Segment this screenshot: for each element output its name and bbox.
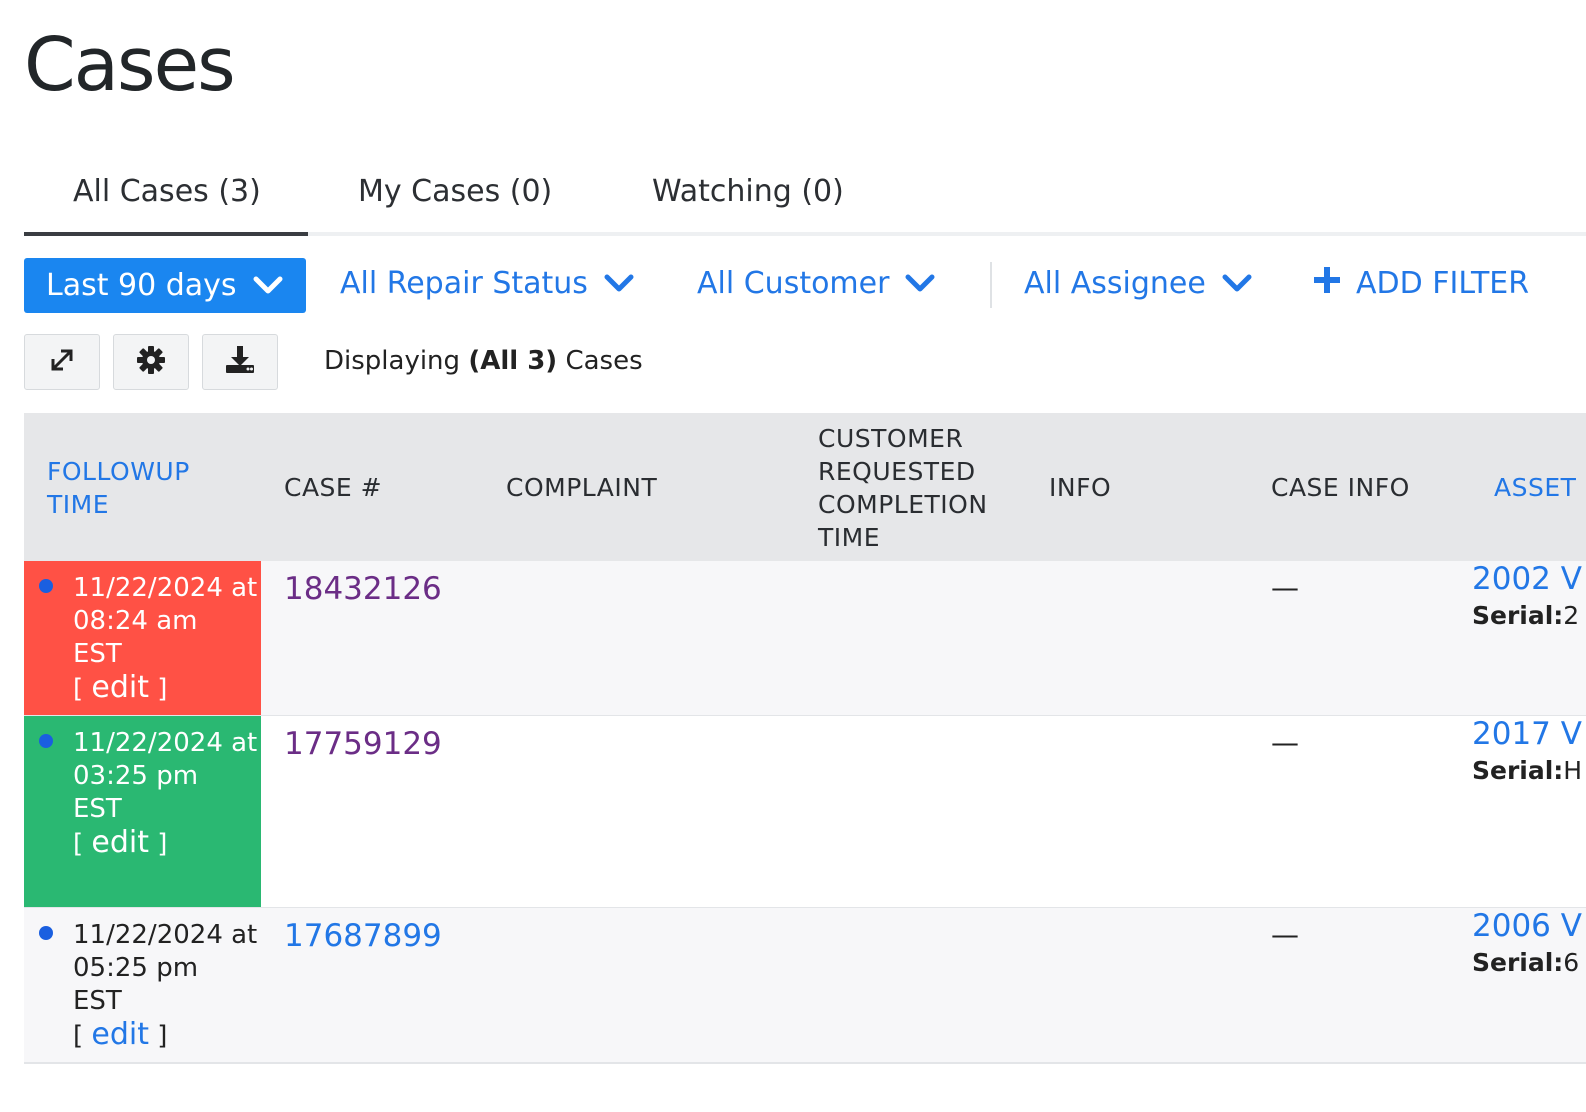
add-filter-label: ADD FILTER [1356, 266, 1530, 301]
bracket-open: [ [73, 674, 92, 704]
followup-text: 11/22/2024 at 05:25 pm EST [ edit ] [73, 919, 257, 1053]
followup-cell: 11/22/2024 at 05:25 pm EST [ edit ] [24, 908, 261, 1062]
gear-icon [136, 345, 166, 379]
header-requested-line2: REQUESTED [818, 457, 976, 486]
filter-bar: Last 90 days All Repair Status All Custo… [24, 258, 1586, 314]
display-prefix: Displaying [324, 346, 461, 376]
table-header: FOLLOWUP TIME CASE # COMPLAINT CUSTOMER … [24, 413, 1586, 561]
repair-status-dropdown[interactable]: All Repair Status [340, 266, 634, 301]
header-complaint: COMPLAINT [506, 473, 658, 502]
serial-value: 6 [1563, 948, 1580, 977]
tab-my-cases[interactable]: My Cases (0) [358, 174, 552, 209]
bracket-close: ] [149, 829, 168, 859]
repair-status-label: All Repair Status [340, 266, 588, 301]
edit-followup-link[interactable]: edit [91, 825, 149, 860]
serial-value: 2 [1563, 601, 1580, 630]
asset-serial: Serial:6 [1472, 948, 1579, 977]
edit-followup-link[interactable]: edit [91, 1017, 149, 1052]
followup-time: 03:25 pm [73, 761, 199, 791]
followup-tz: EST [73, 639, 122, 669]
active-tab-indicator [24, 232, 308, 236]
download-icon [224, 345, 256, 379]
followup-tz: EST [73, 794, 122, 824]
asset-link[interactable]: 2017 V [1472, 716, 1582, 752]
case-info-empty: — [1271, 571, 1299, 604]
header-case-no: CASE # [284, 473, 383, 502]
tab-watching[interactable]: Watching (0) [652, 174, 844, 209]
filter-divider [990, 262, 992, 308]
serial-value: H [1563, 756, 1583, 785]
serial-label: Serial: [1472, 756, 1564, 785]
chevron-down-icon [1222, 266, 1252, 301]
chevron-down-icon [253, 268, 283, 303]
expand-button[interactable] [24, 334, 100, 390]
followup-date: 11/22/2024 at [73, 728, 258, 758]
customer-label: All Customer [697, 266, 890, 301]
case-info-empty: — [1271, 918, 1299, 951]
plus-icon [1314, 266, 1340, 301]
header-requested-line4: TIME [818, 523, 881, 552]
header-info: INFO [1049, 473, 1112, 502]
header-followup-line2: TIME [47, 490, 110, 519]
display-count: (All 3) [468, 346, 558, 376]
case-info-empty: — [1271, 726, 1299, 759]
edit-followup-link[interactable]: edit [91, 670, 149, 705]
case-tabs: All Cases (3) My Cases (0) Watching (0) [24, 160, 1586, 238]
header-followup-time[interactable]: FOLLOWUP TIME [47, 455, 190, 521]
followup-cell-overdue: 11/22/2024 at 08:24 am EST [ edit ] [24, 561, 261, 715]
page-title: Cases [24, 22, 236, 108]
assignee-label: All Assignee [1024, 266, 1206, 301]
followup-text: 11/22/2024 at 08:24 am EST [ edit ] [73, 572, 257, 706]
bracket-open: [ [73, 1021, 92, 1051]
unread-dot [39, 579, 53, 593]
expand-icon [48, 346, 76, 378]
header-requested-line3: COMPLETION [818, 490, 988, 519]
table-row: 11/22/2024 at 03:25 pm EST [ edit ] 1775… [24, 716, 1586, 909]
bracket-open: [ [73, 829, 92, 859]
header-asset[interactable]: ASSET [1494, 471, 1576, 504]
asset-link[interactable]: 2006 V [1472, 908, 1582, 944]
download-button[interactable] [202, 334, 278, 390]
case-number-link[interactable]: 17687899 [284, 918, 442, 954]
table-row: 11/22/2024 at 05:25 pm EST [ edit ] 1768… [24, 908, 1586, 1064]
followup-date: 11/22/2024 at [73, 920, 258, 950]
header-requested-completion: CUSTOMER REQUESTED COMPLETION TIME [818, 422, 988, 554]
followup-time: 05:25 pm [73, 953, 199, 983]
asset-serial: Serial:2 [1472, 601, 1579, 630]
bracket-close: ] [149, 674, 168, 704]
serial-label: Serial: [1472, 601, 1564, 630]
followup-tz: EST [73, 986, 122, 1016]
unread-dot [39, 734, 53, 748]
followup-text: 11/22/2024 at 03:25 pm EST [ edit ] [73, 727, 257, 861]
display-count-text: Displaying (All 3) Cases [324, 346, 643, 376]
settings-button[interactable] [113, 334, 189, 390]
unread-dot [39, 926, 53, 940]
header-case-info: CASE INFO [1271, 473, 1410, 502]
case-number-link[interactable]: 17759129 [284, 726, 442, 762]
case-number-link[interactable]: 18432126 [284, 571, 442, 607]
followup-time: 08:24 am [73, 606, 198, 636]
header-requested-line1: CUSTOMER [818, 424, 964, 453]
header-followup-line1: FOLLOWUP [47, 457, 190, 486]
bracket-close: ] [149, 1021, 168, 1051]
asset-serial: Serial:H [1472, 756, 1582, 785]
followup-cell-ok: 11/22/2024 at 03:25 pm EST [ edit ] [24, 716, 261, 907]
customer-dropdown[interactable]: All Customer [697, 266, 935, 301]
table-row: 11/22/2024 at 08:24 am EST [ edit ] 1843… [24, 561, 1586, 717]
date-range-label: Last 90 days [46, 268, 237, 303]
chevron-down-icon [905, 266, 935, 301]
serial-label: Serial: [1472, 948, 1564, 977]
asset-link[interactable]: 2002 V [1472, 561, 1582, 597]
assignee-dropdown[interactable]: All Assignee [1024, 266, 1252, 301]
add-filter-button[interactable]: ADD FILTER [1314, 266, 1529, 301]
display-suffix: Cases [565, 346, 643, 376]
date-range-dropdown[interactable]: Last 90 days [24, 258, 306, 313]
chevron-down-icon [604, 266, 634, 301]
followup-date: 11/22/2024 at [73, 573, 258, 603]
tab-all-cases[interactable]: All Cases (3) [73, 174, 261, 209]
